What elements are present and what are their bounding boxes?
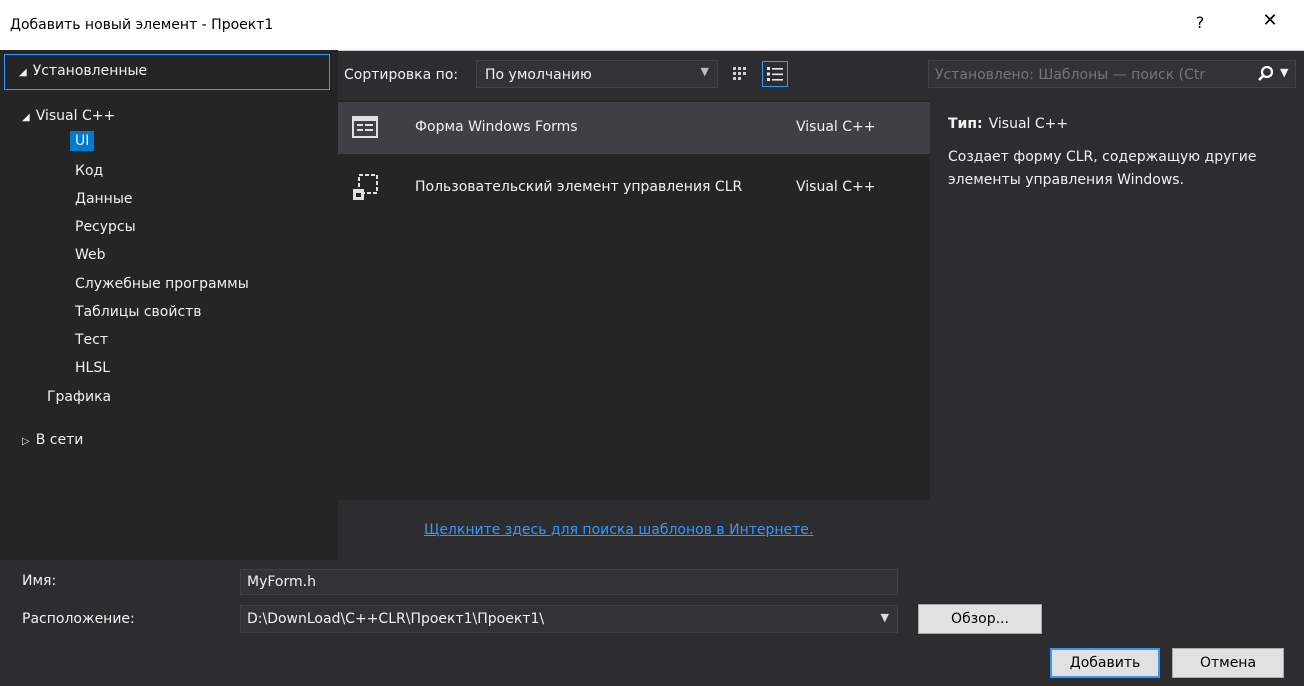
- type-value: Visual C++: [988, 116, 1069, 132]
- location-combobox[interactable]: D:\DownLoad\C++CLR\Проект1\Проект1\ ▼: [240, 605, 898, 633]
- user-control-icon: [353, 174, 378, 200]
- tree-node-online-label: В сети: [35, 432, 84, 448]
- location-label: Расположение:: [22, 611, 135, 627]
- name-field[interactable]: MyForm.h: [240, 569, 898, 595]
- tree-node-hlsl[interactable]: HLSL: [75, 360, 110, 376]
- search-input[interactable]: [929, 61, 1255, 89]
- tree-node-ui[interactable]: UI: [70, 131, 95, 151]
- tree-node-online[interactable]: ▷ В сети: [22, 432, 83, 448]
- name-label: Имя:: [22, 573, 57, 589]
- list-view-button[interactable]: [762, 61, 788, 87]
- tree-node-utilities[interactable]: Служебные программы: [75, 276, 249, 292]
- type-label: Тип:: [948, 116, 983, 132]
- location-value: D:\DownLoad\C++CLR\Проект1\Проект1\: [247, 611, 545, 627]
- search-online-link[interactable]: Щелкните здесь для поиска шаблонов в Инт…: [424, 522, 813, 538]
- collapsed-triangle-icon: ▷: [22, 436, 30, 447]
- template-name: Пользовательский элемент управления CLR: [415, 179, 743, 195]
- sort-label: Сортировка по:: [344, 67, 459, 83]
- template-language: Visual C++: [796, 119, 876, 135]
- tree-node-test[interactable]: Тест: [75, 332, 108, 348]
- template-language: Visual C++: [796, 179, 876, 195]
- cancel-button[interactable]: Отмена: [1172, 648, 1284, 678]
- tree-node-resources[interactable]: Ресурсы: [75, 219, 136, 235]
- search-icon: [1258, 65, 1274, 81]
- template-search[interactable]: ▼: [928, 60, 1296, 89]
- tree-node-graphics[interactable]: Графика: [47, 389, 111, 405]
- search-options-chevron-icon[interactable]: ▼: [1280, 66, 1288, 79]
- expanded-triangle-icon: ◢: [19, 67, 27, 78]
- small-icons-view-icon: [733, 67, 746, 80]
- title-bar: Добавить новый элемент - Проект1 ? ✕: [0, 0, 1304, 51]
- dialog-title: Добавить новый элемент - Проект1: [10, 17, 274, 33]
- template-item[interactable]: Форма Windows Forms Visual C++: [338, 102, 930, 154]
- tree-node-installed-label: Установленные: [32, 63, 148, 79]
- tree-node-installed[interactable]: ◢ Установленные: [4, 54, 330, 90]
- chevron-down-icon[interactable]: ▼: [881, 611, 889, 624]
- tree-node-data[interactable]: Данные: [75, 191, 133, 207]
- tree-node-web[interactable]: Web: [75, 247, 106, 263]
- sort-dropdown[interactable]: По умолчанию ▼: [476, 60, 718, 88]
- list-view-icon: [767, 67, 783, 81]
- add-button[interactable]: Добавить: [1050, 648, 1160, 678]
- expanded-triangle-icon: ◢: [22, 112, 30, 123]
- tree-node-ui-label: UI: [70, 131, 95, 151]
- windows-form-icon: [352, 116, 378, 138]
- small-icons-view-button[interactable]: [728, 61, 754, 87]
- template-list: Форма Windows Forms Visual C++ Пользоват…: [338, 100, 930, 500]
- tree-node-property-sheets[interactable]: Таблицы свойств: [75, 304, 202, 320]
- browse-button[interactable]: Обзор...: [918, 604, 1042, 634]
- tree-node-visual-cpp-label: Visual C++: [35, 108, 116, 124]
- help-button[interactable]: ?: [1190, 13, 1210, 32]
- chevron-down-icon: ▼: [700, 65, 709, 78]
- sort-value: По умолчанию: [485, 67, 592, 83]
- template-description: Создает форму CLR, содержащую другие эле…: [948, 149, 1257, 188]
- tree-node-visual-cpp[interactable]: ◢ Visual C++: [22, 108, 115, 124]
- template-name: Форма Windows Forms: [415, 119, 578, 135]
- template-item[interactable]: Пользовательский элемент управления CLR …: [338, 162, 930, 214]
- template-type: Тип: Visual C++: [948, 116, 1068, 132]
- close-button[interactable]: ✕: [1255, 10, 1285, 31]
- tree-node-code[interactable]: Код: [75, 163, 103, 179]
